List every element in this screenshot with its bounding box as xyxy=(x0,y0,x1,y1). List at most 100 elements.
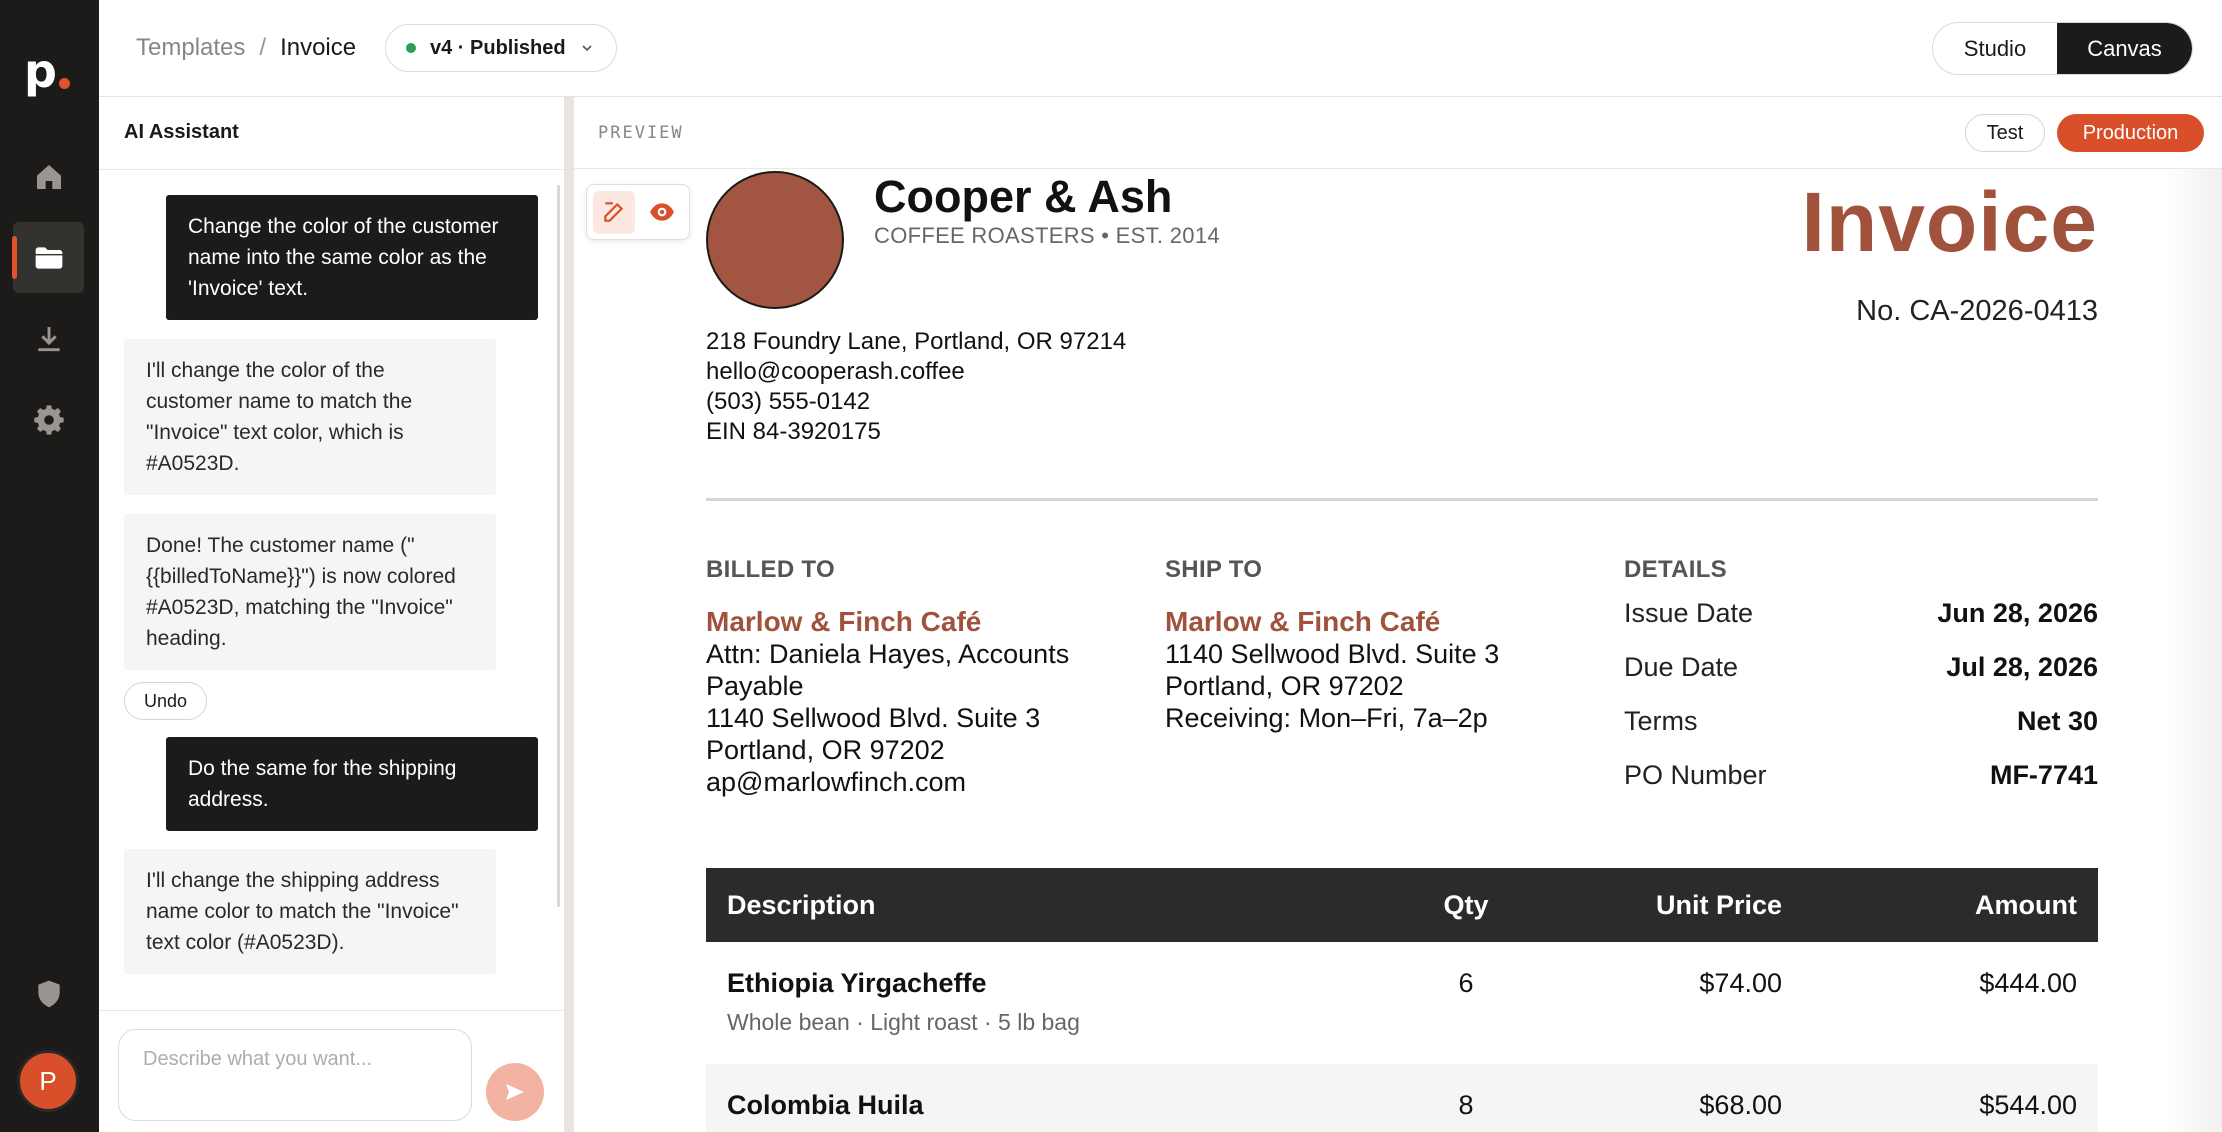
assistant-message: Done! The customer name ("{{billedToName… xyxy=(124,514,496,670)
detail-row-due-date: Due Date Jul 28, 2026 xyxy=(1624,652,2098,706)
detail-value: Net 30 xyxy=(2016,706,2098,736)
user-message: Change the color of the customer name in… xyxy=(166,195,538,320)
user-avatar[interactable]: P xyxy=(17,1050,79,1112)
visibility-button[interactable] xyxy=(641,191,683,234)
undo-button[interactable]: Undo xyxy=(124,682,208,720)
detail-row-issue-date: Issue Date Jun 28, 2026 xyxy=(1624,598,2098,652)
user-message: Do the same for the shipping address. xyxy=(166,737,538,831)
preview-toolbar: PREVIEW Test Production xyxy=(574,97,2222,169)
gear-icon xyxy=(33,404,64,435)
preview-area: PREVIEW Test Production Cooper & Ash COF… xyxy=(574,97,2222,1132)
detail-label: PO Number xyxy=(1624,760,1767,790)
ship-to-street: 1140 Sellwood Blvd. Suite 3 xyxy=(1165,639,1500,669)
breadcrumb: Templates / Invoice xyxy=(136,34,356,62)
billed-to-street: 1140 Sellwood Blvd. Suite 3 xyxy=(706,703,1041,733)
detail-value: MF-7741 xyxy=(1989,760,2098,790)
breadcrumb-separator: / xyxy=(259,34,267,61)
production-env-button[interactable]: Production xyxy=(2057,114,2204,152)
line-items-table: Description Qty Unit Price Amount Ethiop… xyxy=(706,868,2098,1132)
column-header-amount: Amount xyxy=(1975,889,2077,920)
send-button[interactable] xyxy=(486,1063,544,1121)
item-amount: $544.00 xyxy=(1979,1090,2077,1120)
breadcrumb-current: Invoice xyxy=(280,34,357,61)
item-name: Ethiopia Yirgacheffe xyxy=(727,968,987,998)
billed-to-heading: BILLED TO xyxy=(706,556,835,583)
ship-to-city: Portland, OR 97202 xyxy=(1165,671,1404,701)
panel-resize-handle[interactable] xyxy=(565,97,574,1132)
detail-label: Due Date xyxy=(1624,652,1739,682)
ein-line: EIN 84-3920175 xyxy=(706,418,881,445)
element-toolbar xyxy=(586,184,690,240)
edit-icon xyxy=(604,202,624,222)
detail-value: Jul 28, 2026 xyxy=(1946,652,2098,682)
details-section: DETAILS Issue Date Jun 28, 2026 Due Date J… xyxy=(1624,556,2098,814)
breadcrumb-templates-link[interactable]: Templates xyxy=(136,34,245,61)
company-tagline: COFFEE ROASTERS • EST. 2014 xyxy=(874,223,1220,248)
ai-assistant-panel: AI Assistant Change the color of the cus… xyxy=(99,97,565,1132)
invoice-number: No. CA-2026-0413 xyxy=(1856,295,2098,327)
detail-row-po-number: PO Number MF-7741 xyxy=(1624,760,2098,814)
column-header-qty: Qty xyxy=(1443,889,1489,920)
assistant-title: AI Assistant xyxy=(124,121,239,143)
mode-toggle: Studio Canvas xyxy=(1932,22,2193,75)
ship-to-heading: SHIP TO xyxy=(1165,556,1263,583)
billed-to-email: ap@marlowfinch.com xyxy=(706,767,966,797)
table-row: Colombia Huila 8 $68.00 $544.00 xyxy=(706,1064,2098,1132)
app-logo[interactable]: p xyxy=(24,48,70,94)
left-rail: p P xyxy=(0,0,99,1132)
invoice-document: Cooper & Ash COFFEE ROASTERS • EST. 2014… xyxy=(706,169,2098,1132)
header-divider xyxy=(706,498,2098,501)
studio-mode-button[interactable]: Studio xyxy=(1933,23,2057,74)
eye-icon xyxy=(650,203,674,221)
company-address: 218 Foundry Lane, Portland, OR 97214 hel… xyxy=(706,327,1126,447)
phone-line: (503) 555-0142 xyxy=(706,388,871,415)
invoice-heading: Invoice xyxy=(1801,175,2098,269)
table-row: Ethiopia Yirgacheffe Whole bean · Light … xyxy=(706,942,2098,1064)
assistant-divider xyxy=(99,169,564,170)
detail-value: Jun 28, 2026 xyxy=(1937,598,2098,628)
email-line: hello@cooperash.coffee xyxy=(706,358,965,385)
shield-icon xyxy=(37,980,60,1007)
test-env-button[interactable]: Test xyxy=(1965,114,2045,152)
security-nav-item[interactable] xyxy=(13,958,84,1029)
table-header: Description Qty Unit Price Amount xyxy=(706,868,2098,942)
item-unit-price: $74.00 xyxy=(1699,968,1782,998)
assistant-message: I'll change the color of the customer na… xyxy=(124,339,496,495)
details-heading: DETAILS xyxy=(1624,556,1727,583)
item-description: Whole bean · Light roast · 5 lb bag xyxy=(727,1009,1080,1035)
templates-nav-item[interactable] xyxy=(12,222,84,293)
column-header-description: Description xyxy=(727,889,876,920)
edit-button[interactable] xyxy=(593,190,635,234)
send-icon xyxy=(506,1084,524,1100)
chevron-down-icon xyxy=(582,45,592,52)
billed-to-attn: Attn: Daniela Hayes, Accounts Payable xyxy=(706,639,1070,701)
billed-to-section: BILLED TO Marlow & Finch Café Attn: Dani… xyxy=(706,556,1106,798)
folder-icon xyxy=(35,246,62,269)
download-nav-item[interactable] xyxy=(13,303,84,374)
column-header-unit-price: Unit Price xyxy=(1655,889,1782,920)
version-dropdown[interactable]: v4 · Published xyxy=(385,24,617,72)
item-amount: $444.00 xyxy=(1979,968,2077,998)
chat-input-area: Describe what you want... xyxy=(99,1010,564,1132)
prompt-input[interactable]: Describe what you want... xyxy=(118,1029,472,1121)
item-qty: 6 xyxy=(1458,968,1474,998)
chat-scrollbar[interactable] xyxy=(557,185,560,907)
version-label: v4 · Published xyxy=(430,36,566,59)
home-nav-item[interactable] xyxy=(13,141,84,212)
item-name: Colombia Huila xyxy=(727,1090,924,1120)
settings-nav-item[interactable] xyxy=(13,384,84,455)
billed-to-name: Marlow & Finch Café xyxy=(706,606,982,637)
assistant-message: I'll change the shipping address name co… xyxy=(124,849,496,974)
top-bar: Templates / Invoice v4 · Published Studio … xyxy=(99,0,2222,97)
download-icon xyxy=(37,326,60,351)
ship-to-receiving: Receiving: Mon–Fri, 7a–2p xyxy=(1165,703,1488,733)
company-logo xyxy=(706,171,844,309)
detail-row-terms: Terms Net 30 xyxy=(1624,706,2098,760)
canvas-mode-button[interactable]: Canvas xyxy=(2057,23,2192,74)
billed-to-city: Portland, OR 97202 xyxy=(706,735,945,765)
detail-label: Terms xyxy=(1624,706,1698,736)
ship-to-name: Marlow & Finch Café xyxy=(1165,606,1441,637)
preview-label: PREVIEW xyxy=(598,123,684,143)
detail-label: Issue Date xyxy=(1624,598,1754,628)
home-icon xyxy=(36,164,61,189)
